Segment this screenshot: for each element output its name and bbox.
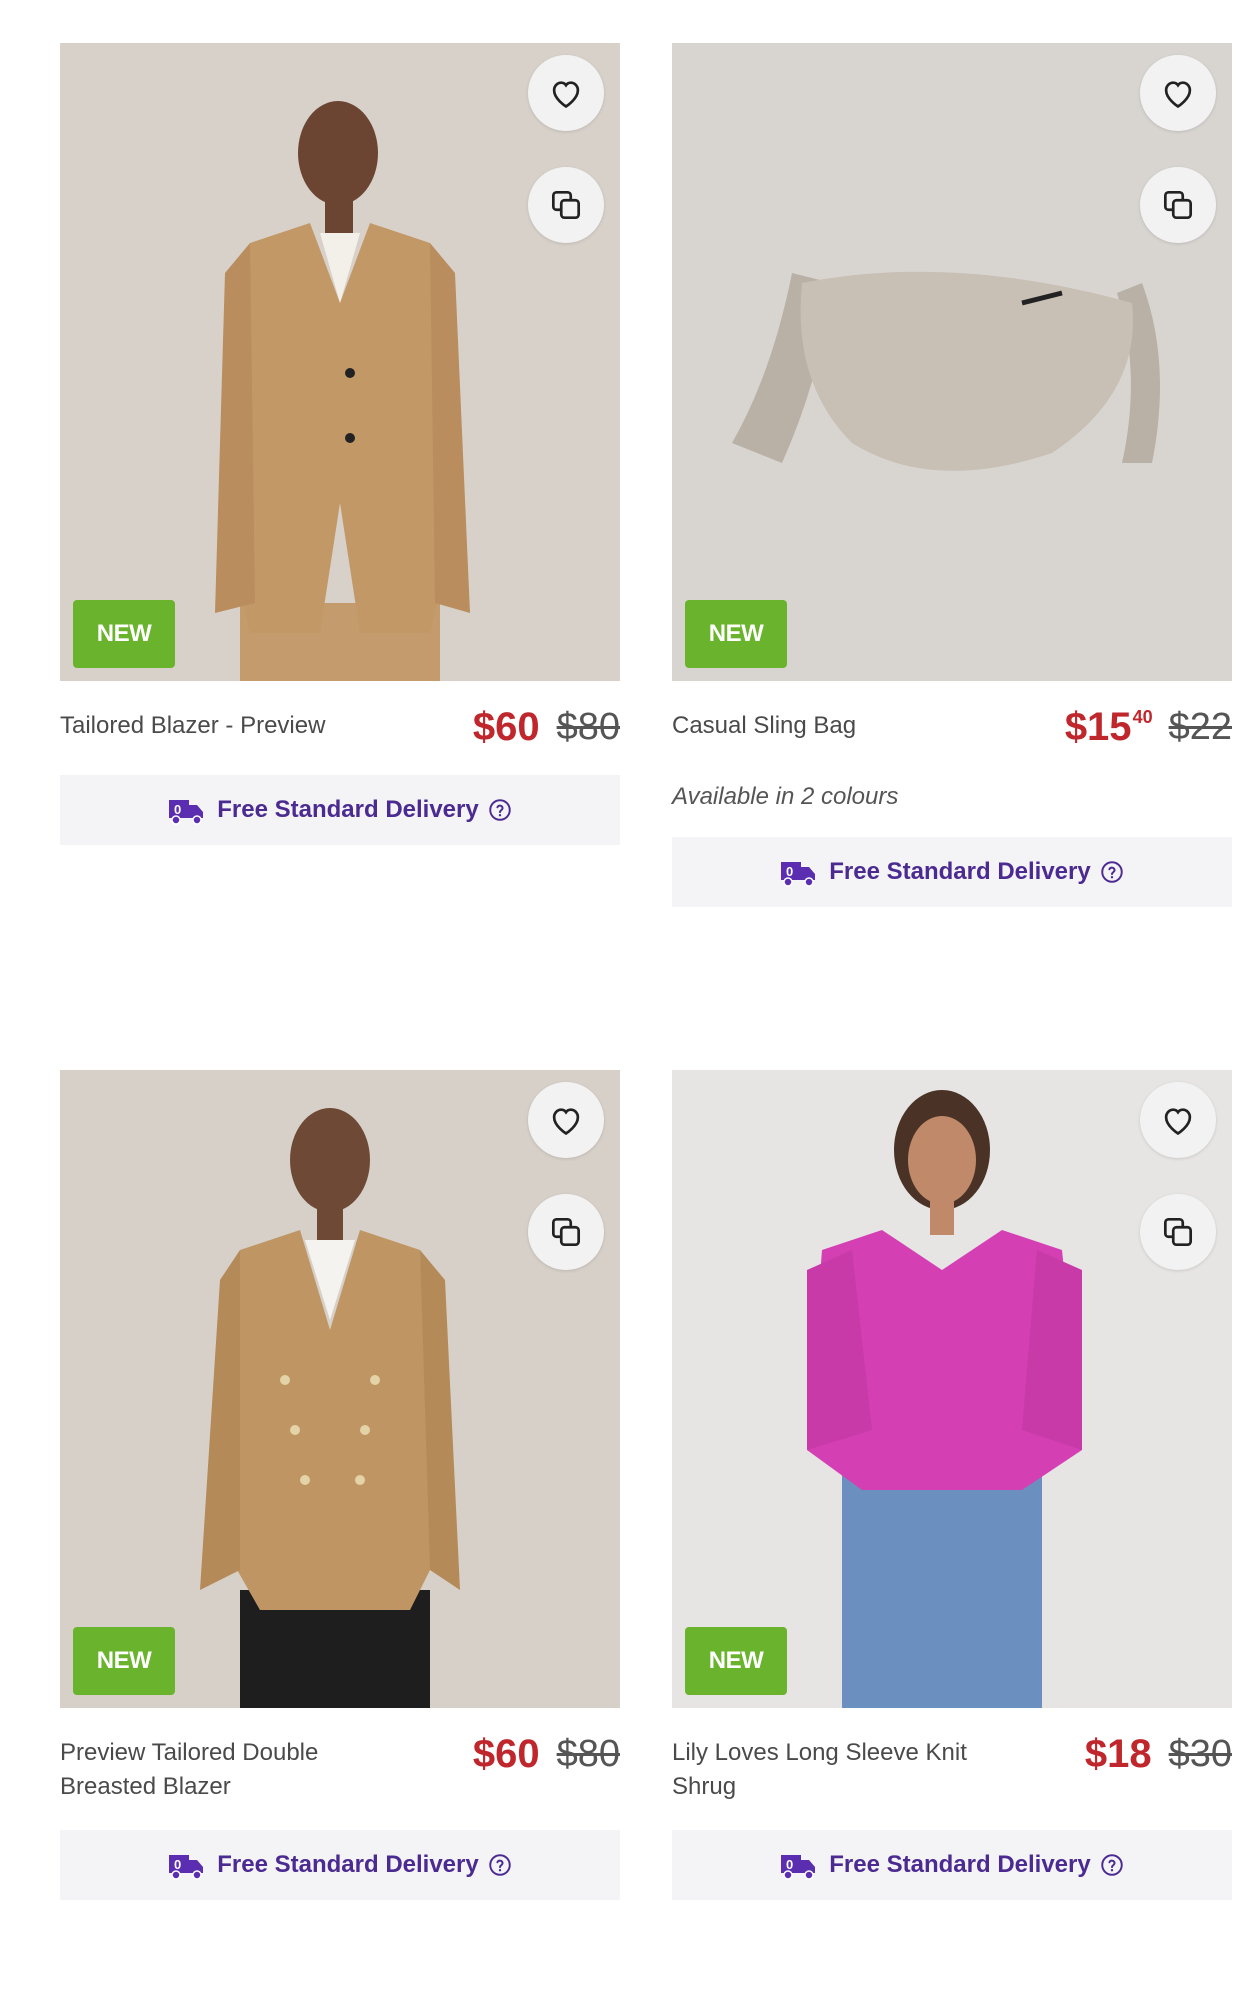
product-image[interactable]: NEW [60, 1070, 620, 1708]
new-badge: NEW [73, 1627, 175, 1695]
sale-price: $18 [1084, 1732, 1152, 1776]
compare-icon [1159, 1213, 1197, 1251]
was-price: $80 [556, 1733, 620, 1775]
price-block: $60 $80 [473, 1732, 620, 1776]
delivery-truck-icon [167, 1849, 207, 1881]
favourite-button[interactable] [1140, 55, 1216, 131]
colour-availability: Available in 2 colours [672, 783, 899, 810]
heart-icon [547, 74, 585, 112]
compare-icon [547, 186, 585, 224]
delivery-truck-icon [779, 856, 819, 888]
delivery-label: Free Standard Delivery [217, 1851, 479, 1878]
was-price: $22 [1168, 706, 1232, 748]
compare-button[interactable] [1140, 167, 1216, 243]
delivery-banner[interactable]: Free Standard Delivery [672, 1830, 1232, 1900]
price-block: $60 $80 [473, 705, 620, 749]
delivery-banner[interactable]: Free Standard Delivery [60, 775, 620, 845]
sling-bag-photo [672, 43, 1232, 681]
help-circle-icon[interactable] [487, 797, 513, 823]
help-circle-icon[interactable] [1099, 859, 1125, 885]
product-info: Lily Loves Long Sleeve Knit Shrug $18 $3… [672, 1732, 1232, 1804]
delivery-truck-icon [779, 1849, 819, 1881]
price-block: $15 40 $22 [1065, 705, 1232, 749]
compare-button[interactable] [528, 1194, 604, 1270]
product-name[interactable]: Tailored Blazer - Preview [60, 709, 380, 743]
product-image[interactable]: NEW [60, 43, 620, 681]
product-info: Casual Sling Bag $15 40 $22 [672, 705, 1232, 749]
delivery-label: Free Standard Delivery [217, 796, 479, 823]
delivery-label: Free Standard Delivery [829, 858, 1091, 885]
product-card[interactable]: NEW Casual Sling Bag $15 40 $22 Availabl… [672, 43, 1232, 907]
product-card[interactable]: NEW Preview Tailored Double Breasted Bla… [60, 1070, 620, 1900]
product-image[interactable]: NEW [672, 1070, 1232, 1708]
help-circle-icon[interactable] [1099, 1852, 1125, 1878]
product-card[interactable]: NEW Lily Loves Long Sleeve Knit Shrug $1… [672, 1070, 1232, 1900]
compare-button[interactable] [1140, 1194, 1216, 1270]
price-block: $18 $30 [1085, 1732, 1232, 1776]
favourite-button[interactable] [528, 55, 604, 131]
heart-icon [1159, 74, 1197, 112]
product-card[interactable]: NEW Tailored Blazer - Preview $60 $80 Fr… [60, 43, 620, 845]
heart-icon [1159, 1101, 1197, 1139]
product-image[interactable]: NEW [672, 43, 1232, 681]
compare-icon [547, 1213, 585, 1251]
product-info: Preview Tailored Double Breasted Blazer … [60, 1732, 620, 1804]
product-name[interactable]: Lily Loves Long Sleeve Knit Shrug [672, 1736, 992, 1804]
compare-icon [1159, 186, 1197, 224]
knit-shrug-photo [672, 1070, 1232, 1708]
product-name[interactable]: Preview Tailored Double Breasted Blazer [60, 1736, 380, 1804]
heart-icon [547, 1101, 585, 1139]
product-name[interactable]: Casual Sling Bag [672, 709, 992, 743]
favourite-button[interactable] [528, 1082, 604, 1158]
double-breasted-blazer-photo [60, 1070, 620, 1708]
sale-price-cents: 40 [1132, 707, 1153, 727]
new-badge: NEW [73, 600, 175, 668]
blazer-photo [60, 43, 620, 681]
sale-price: $60 [472, 705, 540, 749]
sale-price: $60 [472, 1732, 540, 1776]
delivery-banner[interactable]: Free Standard Delivery [60, 1830, 620, 1900]
favourite-button[interactable] [1140, 1082, 1216, 1158]
product-info: Tailored Blazer - Preview $60 $80 [60, 705, 620, 749]
compare-button[interactable] [528, 167, 604, 243]
help-circle-icon[interactable] [487, 1852, 513, 1878]
new-badge: NEW [685, 1627, 787, 1695]
delivery-banner[interactable]: Free Standard Delivery [672, 837, 1232, 907]
new-badge: NEW [685, 600, 787, 668]
delivery-label: Free Standard Delivery [829, 1851, 1091, 1878]
delivery-truck-icon [167, 794, 207, 826]
was-price: $30 [1168, 1733, 1232, 1775]
was-price: $80 [556, 706, 620, 748]
sale-price: $15 [1064, 705, 1132, 749]
